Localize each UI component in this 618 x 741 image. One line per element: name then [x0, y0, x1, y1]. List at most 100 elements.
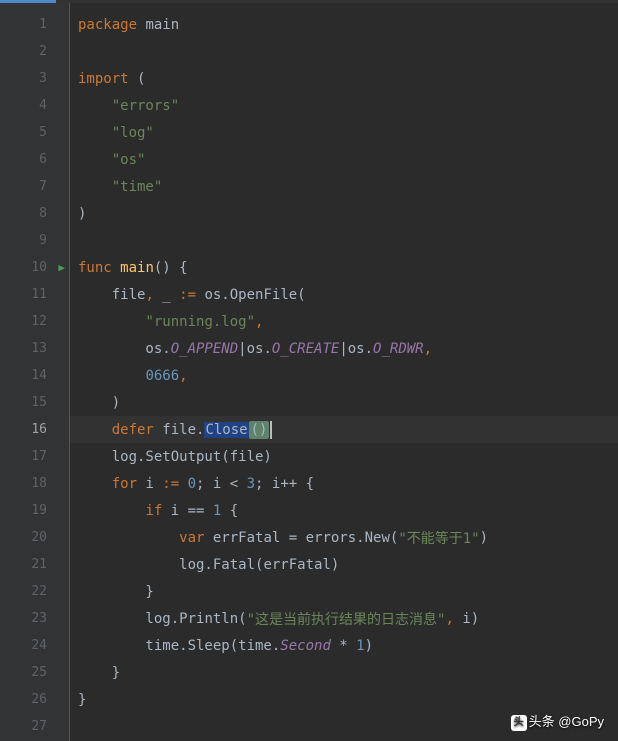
code-line-19[interactable]: if i == 1 {: [70, 497, 618, 524]
token: [78, 125, 112, 141]
token: os.: [204, 287, 229, 303]
code-line-18[interactable]: for i := 0; i < 3; i++ {: [70, 470, 618, 497]
code-line-10[interactable]: func main() {: [70, 254, 618, 281]
gutter-line-14[interactable]: 14: [0, 362, 69, 389]
token: i ==: [171, 503, 213, 519]
code-line-7[interactable]: "time": [70, 173, 618, 200]
gutter-line-19[interactable]: 19⊟: [0, 497, 69, 524]
token: [78, 476, 112, 492]
code-line-6[interactable]: "os": [70, 146, 618, 173]
code-line-1[interactable]: package main: [70, 11, 618, 38]
gutter-line-8[interactable]: 8⌃: [0, 200, 69, 227]
gutter-line-1[interactable]: 1: [0, 11, 69, 38]
gutter[interactable]: 123⊟45678⌃910▶⊟1112131415161718⊟19⊟20212…: [0, 3, 70, 741]
token: Fatal: [213, 557, 255, 573]
token: ): [78, 395, 120, 411]
code-line-9[interactable]: [70, 227, 618, 254]
token: ,: [145, 287, 162, 303]
token: () {: [154, 260, 188, 276]
token: log.: [78, 557, 213, 573]
code-line-5[interactable]: "log": [70, 119, 618, 146]
gutter-line-23[interactable]: 23: [0, 605, 69, 632]
token: [78, 368, 145, 384]
gutter-line-22[interactable]: 22⌃: [0, 578, 69, 605]
code-line-16[interactable]: defer file.Close(): [70, 416, 618, 443]
token: "log": [112, 125, 154, 141]
code-line-12[interactable]: "running.log",: [70, 308, 618, 335]
code-line-2[interactable]: [70, 38, 618, 65]
token: :=: [162, 476, 187, 492]
token: import: [78, 71, 137, 87]
code-area[interactable]: package main import ( "errors" "log" "os"…: [70, 3, 618, 741]
run-icon[interactable]: ▶: [58, 261, 65, 274]
code-line-24[interactable]: time.Sleep(time.Second * 1): [70, 632, 618, 659]
token: |os.: [339, 341, 373, 357]
code-line-20[interactable]: var errFatal = errors.New("不能等于1"): [70, 524, 618, 551]
text-cursor: [270, 421, 272, 439]
gutter-line-27[interactable]: 27: [0, 713, 69, 740]
code-line-26[interactable]: }: [70, 686, 618, 713]
token: Second: [280, 638, 331, 654]
gutter-line-16[interactable]: 16: [0, 416, 69, 443]
token: }: [78, 665, 120, 681]
gutter-line-3[interactable]: 3⊟: [0, 65, 69, 92]
token: for: [112, 476, 146, 492]
token: var: [179, 530, 213, 546]
token: :=: [179, 287, 204, 303]
gutter-line-25[interactable]: 25⌃: [0, 659, 69, 686]
gutter-line-20[interactable]: 20: [0, 524, 69, 551]
token: *: [331, 638, 356, 654]
gutter-line-21[interactable]: 21: [0, 551, 69, 578]
token: [78, 422, 112, 438]
token: ; i++ {: [255, 476, 314, 492]
code-line-13[interactable]: os.O_APPEND|os.O_CREATE|os.O_RDWR,: [70, 335, 618, 362]
gutter-line-13[interactable]: 13: [0, 335, 69, 362]
code-line-22[interactable]: }: [70, 578, 618, 605]
code-line-23[interactable]: log.Println("这是当前执行结果的日志消息", i): [70, 605, 618, 632]
gutter-line-17[interactable]: 17: [0, 443, 69, 470]
code-line-25[interactable]: }: [70, 659, 618, 686]
token: [78, 152, 112, 168]
token: Close: [204, 422, 248, 438]
token: {: [221, 503, 238, 519]
code-line-15[interactable]: ): [70, 389, 618, 416]
code-line-21[interactable]: log.Fatal(errFatal): [70, 551, 618, 578]
gutter-line-9[interactable]: 9: [0, 227, 69, 254]
gutter-line-18[interactable]: 18⊟: [0, 470, 69, 497]
gutter-line-10[interactable]: 10▶⊟: [0, 254, 69, 281]
code-line-17[interactable]: log.SetOutput(file): [70, 443, 618, 470]
code-line-14[interactable]: 0666,: [70, 362, 618, 389]
token: ,: [179, 368, 187, 384]
token: main: [145, 17, 179, 33]
token: log.SetOutput(file): [78, 449, 272, 465]
token: (: [238, 611, 246, 627]
token: "os": [112, 152, 146, 168]
code-line-11[interactable]: file, _ := os.OpenFile(: [70, 281, 618, 308]
token: Println: [179, 611, 238, 627]
token: package: [78, 17, 145, 33]
gutter-line-11[interactable]: 11: [0, 281, 69, 308]
gutter-line-7[interactable]: 7: [0, 173, 69, 200]
code-line-3[interactable]: import (: [70, 65, 618, 92]
token: "这是当前执行结果的日志消息": [247, 609, 446, 629]
token: 1: [356, 638, 364, 654]
token: time.Sleep(time.: [78, 638, 280, 654]
token: 0666: [145, 368, 179, 384]
token: ; i <: [196, 476, 247, 492]
gutter-line-24[interactable]: 24: [0, 632, 69, 659]
gutter-line-12[interactable]: 12: [0, 308, 69, 335]
gutter-line-5[interactable]: 5: [0, 119, 69, 146]
gutter-line-15[interactable]: 15: [0, 389, 69, 416]
code-line-4[interactable]: "errors": [70, 92, 618, 119]
gutter-line-6[interactable]: 6: [0, 146, 69, 173]
token: _: [162, 287, 179, 303]
token: [78, 503, 145, 519]
gutter-line-2[interactable]: 2: [0, 38, 69, 65]
token: "errors": [112, 98, 179, 114]
code-line-8[interactable]: ): [70, 200, 618, 227]
gutter-line-26[interactable]: 26⌃: [0, 686, 69, 713]
token: O_APPEND: [171, 341, 238, 357]
gutter-line-4[interactable]: 4: [0, 92, 69, 119]
token: ,: [255, 314, 263, 330]
token: i): [462, 611, 479, 627]
